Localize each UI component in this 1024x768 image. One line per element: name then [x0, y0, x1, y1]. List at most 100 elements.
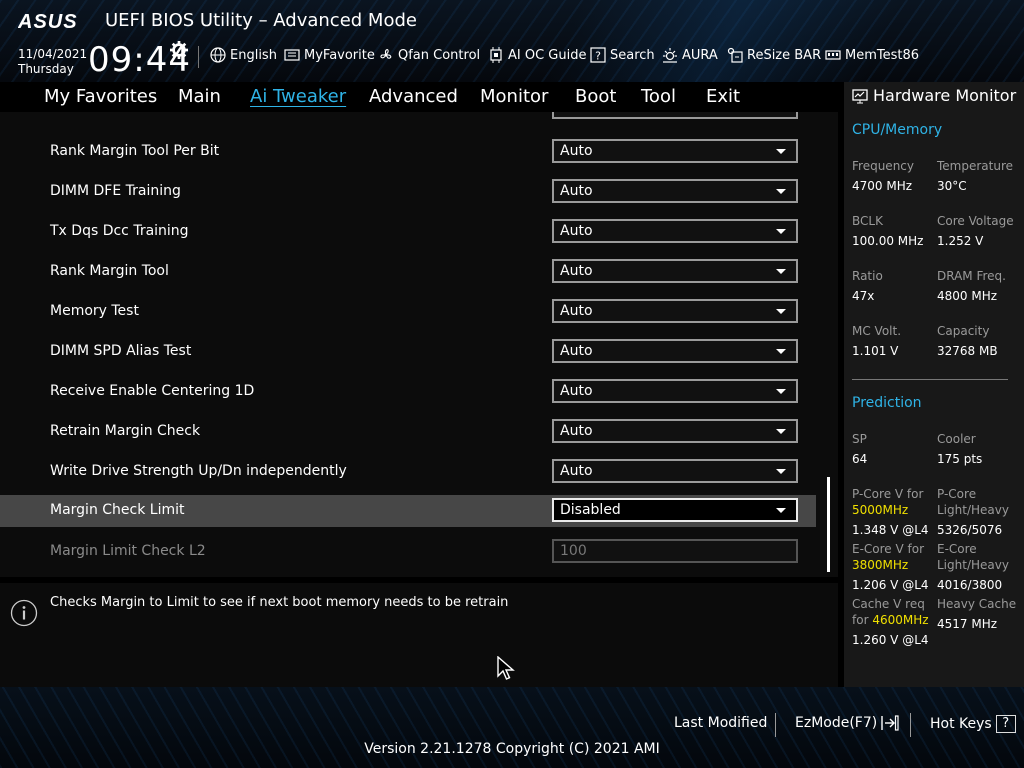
tab-advanced[interactable]: Advanced	[369, 86, 458, 107]
bclk-value: 100.00 MHz	[852, 234, 924, 248]
setting-value: Auto	[560, 263, 593, 279]
tab-boot[interactable]: Boot	[575, 86, 616, 107]
cooler-value: 175 pts	[937, 452, 983, 466]
aura-icon	[663, 48, 677, 63]
pcore-v-label: P-Core V for	[852, 487, 924, 501]
setting-row[interactable]: Rank Margin Tool Per Bit Auto	[0, 138, 816, 170]
asus-logo: ASUS	[18, 11, 78, 32]
tool-resize-bar[interactable]: ReSize BAR	[727, 47, 821, 63]
core-voltage-value: 1.252 V	[937, 234, 984, 248]
mouse-cursor-icon	[497, 656, 515, 680]
dropdown-arrow-icon	[776, 309, 786, 314]
setting-value: Auto	[560, 423, 593, 439]
setting-value: Auto	[560, 463, 593, 479]
tool-myfavorite[interactable]: MyFavorite	[284, 47, 375, 63]
last-modified-button[interactable]: Last Modified	[674, 715, 767, 731]
tab-main[interactable]: Main	[178, 86, 221, 107]
cache-v-label-2: for 4600MHz	[852, 612, 929, 628]
cache-v-value: 1.260 V @L4	[852, 633, 929, 647]
setting-row[interactable]: Write Drive Strength Up/Dn independently…	[0, 458, 816, 490]
resize-bar-icon	[727, 47, 743, 63]
setting-select[interactable]: Auto	[552, 339, 798, 363]
dropdown-arrow-icon	[776, 189, 786, 194]
scrollbar-thumb[interactable]	[827, 477, 830, 572]
setting-label: Margin Limit Check L2	[50, 543, 206, 559]
setting-value: 100	[560, 543, 587, 559]
temperature-label: Temperature	[937, 159, 1014, 173]
pcore-lh-value: 5326/5076	[937, 523, 1003, 537]
tool-search-label: Search	[610, 47, 655, 63]
last-modified-label: Last Modified	[674, 715, 768, 731]
setting-select[interactable]: Auto	[552, 139, 798, 163]
tool-qfan-label: Qfan Control	[398, 47, 481, 63]
setting-select[interactable]: Auto	[552, 179, 798, 203]
tool-ai-oc-guide[interactable]: AI OC Guide	[488, 47, 586, 63]
pcore-lh-label-1: P-Core	[937, 487, 977, 501]
tool-qfan[interactable]: Qfan Control	[378, 47, 480, 63]
setting-row[interactable]: Rank Margin Tool Auto	[0, 258, 816, 290]
search-icon: ?	[590, 47, 606, 63]
info-icon	[10, 599, 38, 627]
setting-select[interactable]: Auto	[552, 459, 798, 483]
ecore-v-value: 1.206 V @L4	[852, 578, 929, 592]
setting-label: Memory Test	[50, 303, 139, 319]
asus-logo-text: ASUS	[18, 11, 78, 32]
setting-label: DIMM DFE Training	[50, 183, 181, 199]
tool-memtest86-label: MemTest86	[845, 47, 920, 63]
dropdown-arrow-icon	[776, 349, 786, 354]
dropdown-arrow-icon	[776, 229, 786, 234]
setting-value: Auto	[560, 343, 593, 359]
day-text: Thursday	[18, 62, 74, 76]
cache-v-freq: 4600MHz	[872, 613, 929, 627]
setting-select[interactable]: Auto	[552, 219, 798, 243]
hardware-monitor-title: Hardware Monitor	[852, 86, 1016, 105]
dram-freq-label: DRAM Freq.	[937, 269, 1006, 283]
app-title: UEFI BIOS Utility – Advanced Mode	[105, 10, 417, 31]
tool-search[interactable]: ? Search	[590, 47, 655, 63]
sp-label: SP	[852, 432, 867, 446]
gear-icon[interactable]	[170, 41, 188, 59]
tool-aura[interactable]: AURA	[662, 47, 718, 63]
setting-row[interactable]: Receive Enable Centering 1D Auto	[0, 378, 816, 410]
tab-monitor[interactable]: Monitor	[480, 86, 548, 107]
sp-value: 64	[852, 452, 868, 466]
setting-row[interactable]: DIMM DFE Training Auto	[0, 178, 816, 210]
hot-keys-button[interactable]: Hot Keys ?	[930, 715, 1016, 733]
cooler-label: Cooler	[937, 432, 976, 446]
core-voltage-label: Core Voltage	[937, 214, 1014, 228]
date-display: 11/04/2021 Thursday	[18, 47, 87, 77]
dropdown-arrow-icon	[776, 429, 786, 434]
cache-v-for: for	[852, 613, 869, 627]
monitor-divider	[852, 379, 1008, 380]
tab-my-favorites[interactable]: My Favorites	[44, 86, 157, 107]
tab-exit[interactable]: Exit	[706, 86, 740, 107]
setting-row[interactable]: Tx Dqs Dcc Training Auto	[0, 218, 816, 250]
tab-tool[interactable]: Tool	[641, 86, 676, 107]
tool-myfavorite-label: MyFavorite	[304, 47, 375, 63]
cache-v-label-1: Cache V req	[852, 597, 925, 611]
main-menu-bar: My Favorites Main Ai Tweaker Advanced Mo…	[0, 82, 838, 112]
setting-row-selected[interactable]: Margin Check Limit Disabled	[0, 495, 816, 527]
pcore-v-freq: 5000MHz	[852, 503, 909, 517]
setting-row[interactable]: DIMM SPD Alias Test Auto	[0, 338, 816, 370]
cpu-memory-heading: CPU/Memory	[852, 122, 943, 138]
tab-ai-tweaker[interactable]: Ai Tweaker	[250, 86, 346, 107]
ezmode-button[interactable]: EzMode(F7)	[795, 715, 899, 731]
setting-select[interactable]: Disabled	[552, 498, 798, 522]
setting-value: Auto	[560, 223, 593, 239]
setting-select[interactable]: Auto	[552, 299, 798, 323]
setting-value: Auto	[560, 183, 593, 199]
ratio-value: 47x	[852, 289, 875, 303]
mc-volt-label: MC Volt.	[852, 324, 902, 338]
setting-row[interactable]: Memory Test Auto	[0, 298, 816, 330]
setting-select[interactable]: Auto	[552, 419, 798, 443]
setting-select[interactable]: Auto	[552, 379, 798, 403]
fan-icon	[380, 49, 392, 59]
tool-language[interactable]: English	[210, 47, 277, 63]
setting-label: Rank Margin Tool	[50, 263, 169, 279]
hardware-monitor-panel: Hardware Monitor CPU/Memory Frequency 47…	[844, 82, 1024, 687]
setting-select[interactable]: Auto	[552, 259, 798, 283]
settings-list: Rank Margin Tool Per Bit Auto DIMM DFE T…	[0, 112, 838, 577]
tool-memtest86[interactable]: MemTest86	[825, 47, 919, 63]
setting-row[interactable]: Retrain Margin Check Auto	[0, 418, 816, 450]
